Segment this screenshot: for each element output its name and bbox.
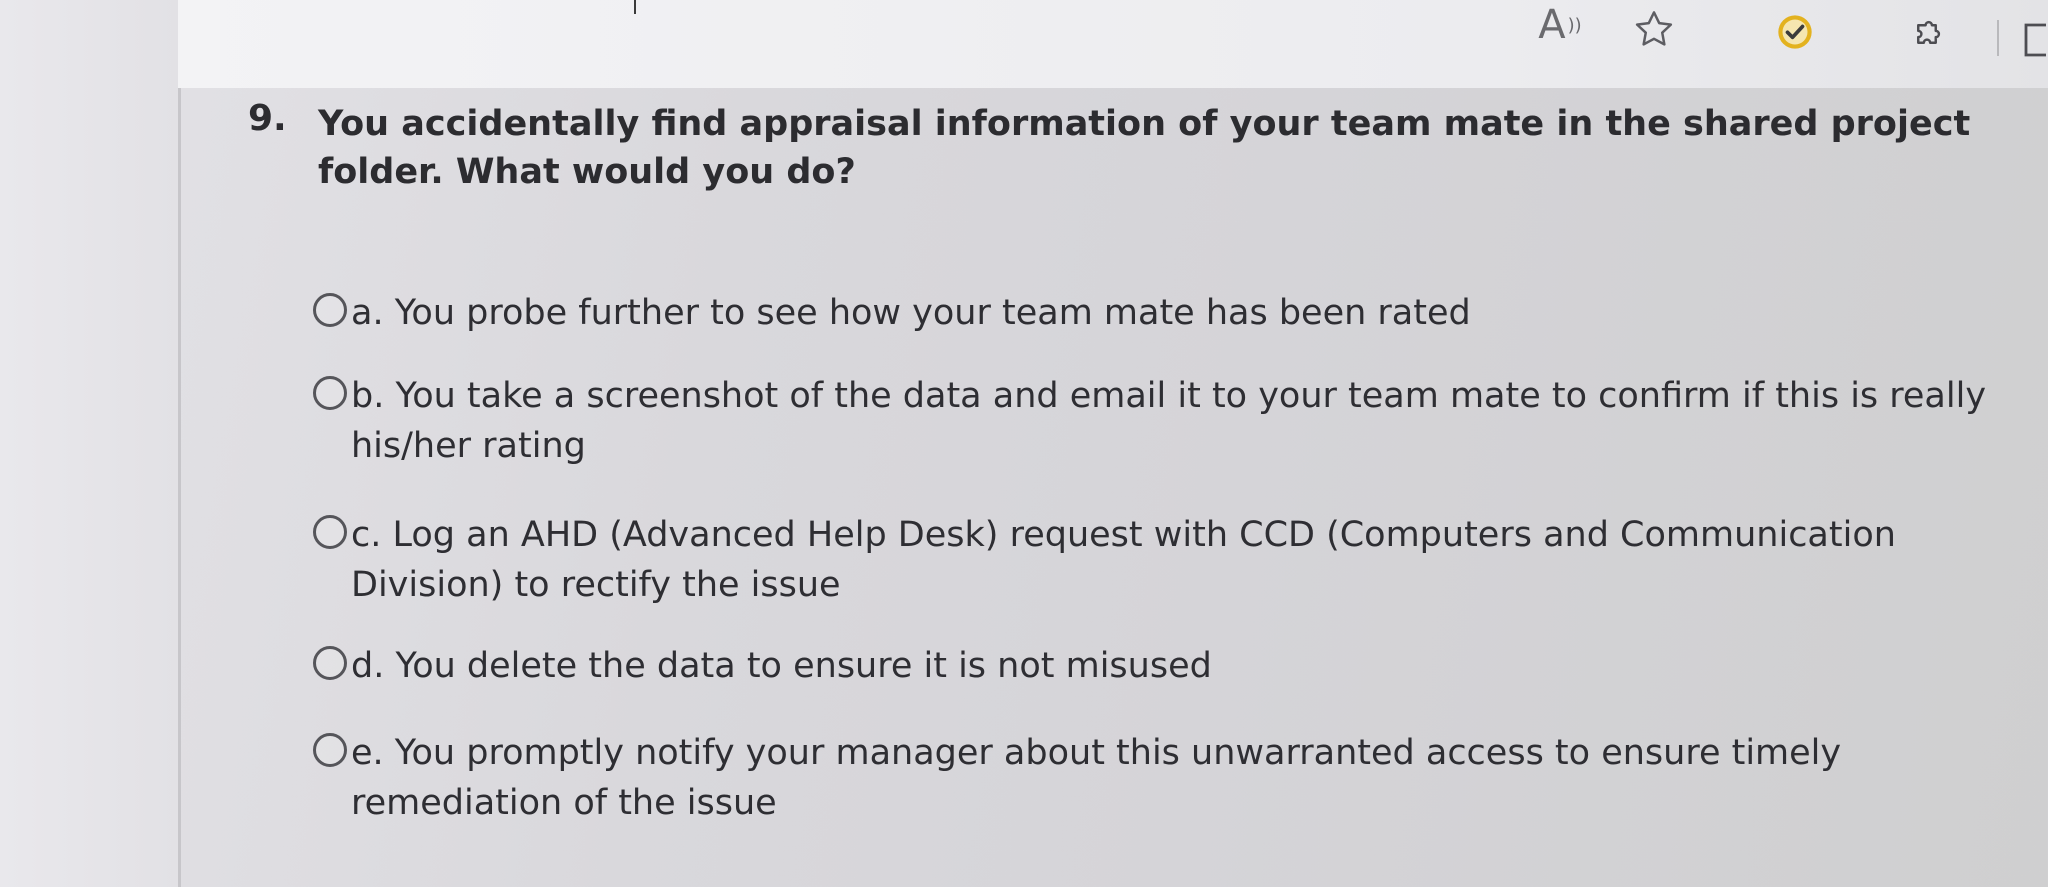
answer-option-c[interactable]: c. Log an AHD (Advanced Help Desk) reque… — [313, 510, 2013, 610]
radio-button-a[interactable] — [313, 293, 347, 327]
question-number: 9. — [248, 98, 287, 139]
option-label-c: c. Log an AHD (Advanced Help Desk) reque… — [351, 515, 1896, 605]
split-screen-icon[interactable] — [2020, 22, 2048, 58]
option-label-e: e. You promptly notify your manager abou… — [351, 733, 1842, 823]
browser-toolbar-icons: A)) — [1500, 0, 2048, 60]
read-aloud-icon[interactable]: A)) — [1530, 2, 1590, 48]
page-left-margin — [0, 0, 181, 887]
answer-option-a[interactable]: a. You probe further to see how your tea… — [313, 288, 2013, 338]
extension-check-icon[interactable] — [1775, 12, 1815, 52]
answer-option-b[interactable]: b. You take a screenshot of the data and… — [313, 371, 2013, 471]
favorite-star-icon[interactable] — [1628, 4, 1680, 56]
radio-button-e[interactable] — [313, 733, 347, 767]
radio-button-d[interactable] — [313, 646, 347, 680]
answer-option-d[interactable]: d. You delete the data to ensure it is n… — [313, 641, 2013, 691]
toolbar-divider — [634, 0, 636, 14]
answer-option-e[interactable]: e. You promptly notify your manager abou… — [313, 728, 2013, 828]
radio-button-c[interactable] — [313, 515, 347, 549]
toolbar-separator — [1997, 20, 1999, 56]
extensions-puzzle-icon[interactable] — [1905, 12, 1949, 56]
read-aloud-glyph: A — [1538, 2, 1566, 48]
option-label-a: a. You probe further to see how your tea… — [351, 293, 1471, 333]
question-text: You accidentally find appraisal informat… — [318, 104, 1971, 192]
option-label-d: d. You delete the data to ensure it is n… — [351, 646, 1212, 686]
radio-button-b[interactable] — [313, 376, 347, 410]
quiz-question-panel: 9. You accidentally find appraisal infor… — [178, 88, 2048, 887]
option-label-b: b. You take a screenshot of the data and… — [351, 376, 1987, 466]
